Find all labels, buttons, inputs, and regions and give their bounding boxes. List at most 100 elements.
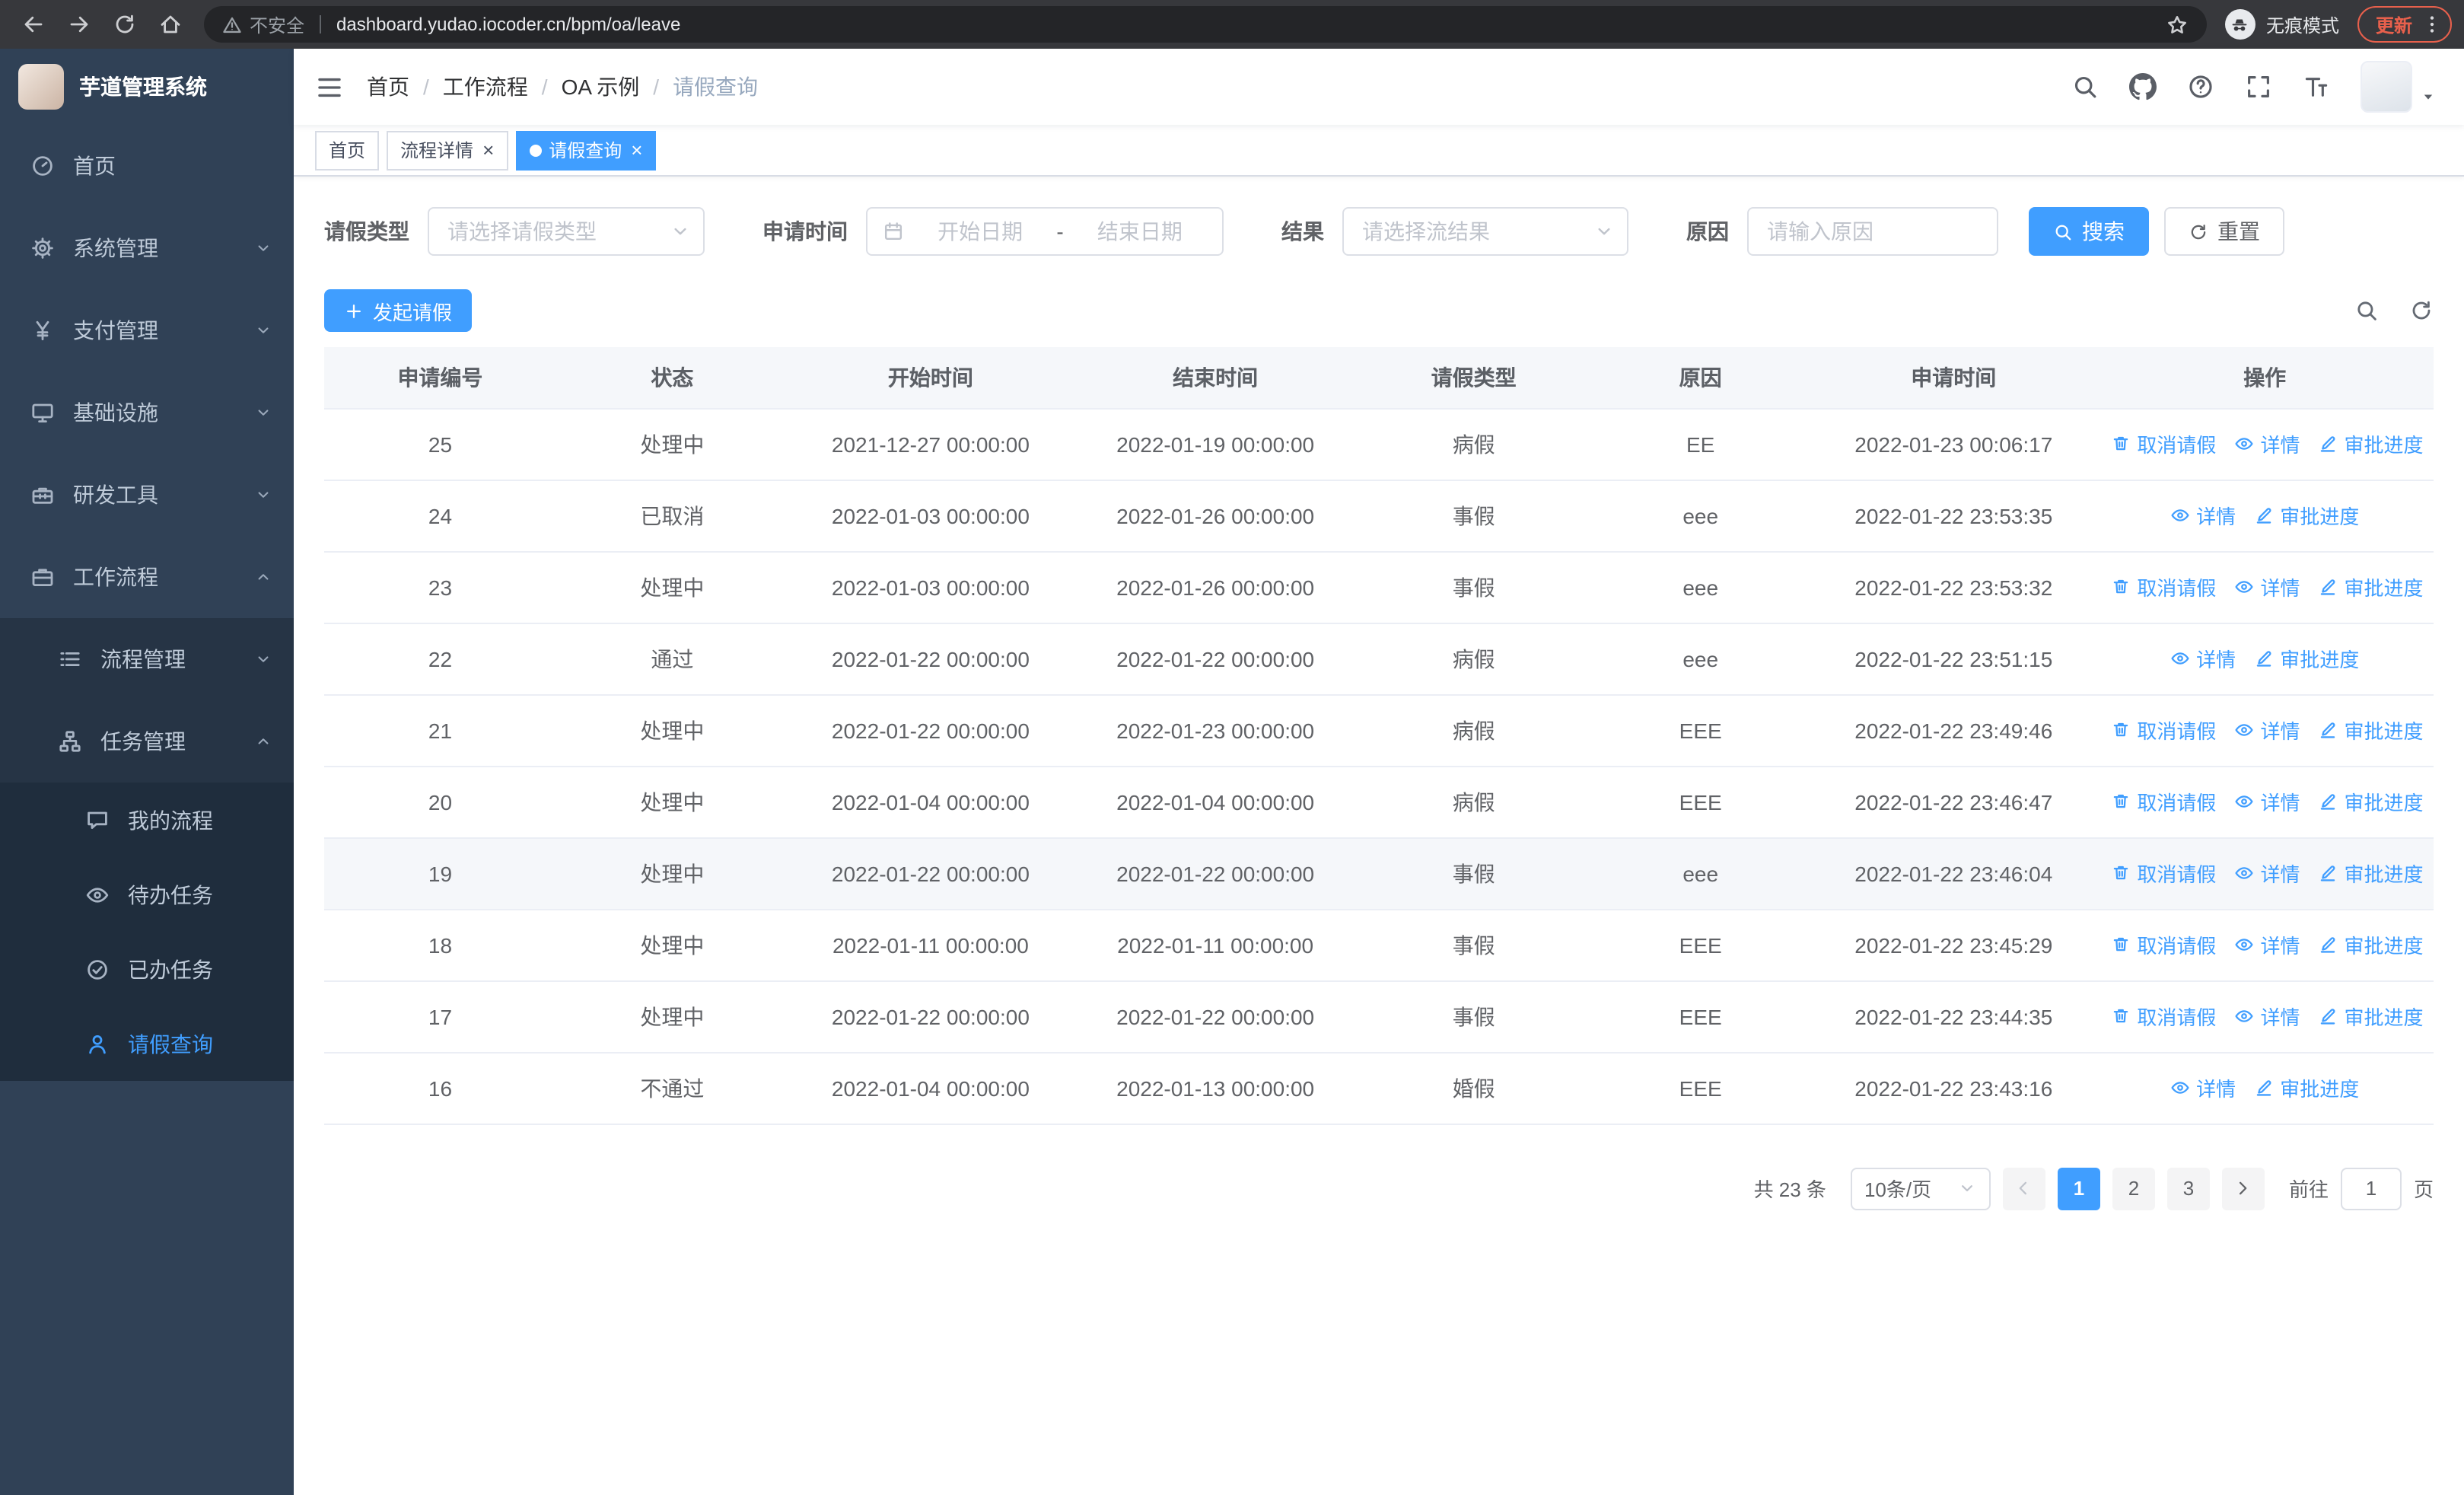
font-size-icon[interactable] [2303,73,2330,100]
detail-action[interactable]: 详情 [2170,644,2236,673]
help-icon[interactable] [2187,73,2214,100]
detail-action[interactable]: 详情 [2234,716,2300,744]
detail-action[interactable]: 详情 [2234,787,2300,816]
action-label: 详情 [2260,935,2300,958]
reason-input-wrap [1747,207,1998,256]
sidebar-item-my-processes[interactable]: 我的流程 [0,783,294,857]
progress-action[interactable]: 审批进度 [2318,429,2424,458]
cancel-action[interactable]: 取消请假 [2111,572,2216,601]
tab-1[interactable]: 流程详情 × [387,130,508,170]
dashboard-icon [30,154,55,178]
search-icon[interactable] [2071,73,2099,100]
close-icon[interactable]: × [482,140,494,160]
cell-applied: 2022-01-22 23:43:16 [1811,1052,2096,1124]
create-leave-button[interactable]: 发起请假 [324,289,473,332]
tab-2[interactable]: 请假查询 × [515,130,657,170]
kebab-menu-icon[interactable] [2421,14,2443,35]
sidebar-item-workflow[interactable]: 工作流程 [0,536,294,618]
breadcrumb-item[interactable]: 首页 [367,72,409,102]
sidebar-item-dev-tools[interactable]: 研发工具 [0,454,294,536]
detail-action[interactable]: 详情 [2234,930,2300,959]
refresh-table-icon[interactable] [2409,298,2434,323]
page-button-3[interactable]: 3 [2166,1167,2210,1210]
toggle-search-icon[interactable] [2354,298,2379,323]
progress-action[interactable]: 审批进度 [2318,859,2424,888]
progress-action[interactable]: 审批进度 [2318,572,2424,601]
cancel-action[interactable]: 取消请假 [2111,716,2216,744]
bookmark-star-icon[interactable] [2166,13,2189,36]
cell-actions: 取消请假 详情 审批进度 [2096,766,2434,838]
sidebar-item-home[interactable]: 首页 [0,125,294,207]
cancel-action[interactable]: 取消请假 [2111,1002,2216,1031]
user-menu[interactable] [2361,61,2437,113]
github-icon[interactable] [2129,73,2157,100]
page-button-1[interactable]: 1 [2057,1167,2100,1210]
update-button[interactable]: 更新 [2357,6,2452,43]
sidebar-item-system-management[interactable]: 系统管理 [0,207,294,289]
sidebar-item-todo-tasks[interactable]: 待办任务 [0,857,294,932]
table-body: 25 处理中 2021-12-27 00:00:00 2022-01-19 00:00… [324,408,2434,1124]
cell-type: 病假 [1358,623,1590,695]
prev-page-button[interactable] [2002,1167,2045,1210]
edit-icon [2318,434,2338,454]
detail-action[interactable]: 详情 [2234,1002,2300,1031]
sidebar-item-task-management[interactable]: 任务管理 [0,700,294,783]
security-chip[interactable]: 不安全 [222,11,304,37]
progress-action[interactable]: 审批进度 [2318,787,2424,816]
app-logo[interactable]: 芋道管理系统 [0,49,294,125]
goto-page: 前往 页 [2289,1167,2434,1210]
detail-action[interactable]: 详情 [2234,859,2300,888]
reason-label: 原因 [1686,219,1729,244]
leave-type-select[interactable]: 请选择请假类型 [428,207,705,256]
detail-action[interactable]: 详情 [2234,429,2300,458]
address-bar[interactable]: 不安全 dashboard.yudao.iocoder.cn/bpm/oa/le… [204,6,2207,43]
home-button[interactable] [149,3,192,46]
detail-action[interactable]: 详情 [2170,1073,2236,1102]
refresh-icon [2189,222,2208,241]
cell-id: 21 [324,694,556,767]
reload-button[interactable] [103,3,146,46]
progress-action[interactable]: 审批进度 [2318,716,2424,744]
forward-button[interactable] [58,3,100,46]
reason-input[interactable] [1767,219,1979,244]
next-page-button[interactable] [2221,1167,2265,1210]
sidebar-item-infrastructure[interactable]: 基础设施 [0,371,294,454]
search-button[interactable]: 搜索 [2029,207,2149,256]
cancel-action[interactable]: 取消请假 [2111,930,2216,959]
goto-page-input[interactable] [2340,1167,2402,1210]
cancel-action[interactable]: 取消请假 [2111,787,2216,816]
table-row: 25 处理中 2021-12-27 00:00:00 2022-01-19 00:00… [324,408,2434,480]
sidebar-item-leave-query[interactable]: 请假查询 [0,1006,294,1081]
cell-end: 2022-01-26 00:00:00 [1073,480,1358,552]
table-row: 20 处理中 2022-01-04 00:00:00 2022-01-04 00:00… [324,766,2434,838]
cancel-action[interactable]: 取消请假 [2111,859,2216,888]
detail-action[interactable]: 详情 [2234,572,2300,601]
sidebar-item-process-management[interactable]: 流程管理 [0,618,294,700]
page-button-2[interactable]: 2 [2112,1167,2155,1210]
apply-time-range-picker[interactable]: 开始日期 - 结束日期 [866,207,1224,256]
breadcrumb-item[interactable]: OA 示例 [562,72,640,102]
progress-action[interactable]: 审批进度 [2254,501,2359,530]
sidebar-item-label: 系统管理 [73,236,158,260]
close-icon[interactable]: × [631,140,642,160]
result-select[interactable]: 请选择流结果 [1342,207,1628,256]
breadcrumb-item[interactable]: 工作流程 [443,72,528,102]
sidebar-fold-icon[interactable] [315,72,344,101]
fullscreen-icon[interactable] [2245,73,2272,100]
back-button[interactable] [12,3,55,46]
progress-action[interactable]: 审批进度 [2254,644,2359,673]
progress-action[interactable]: 审批进度 [2318,930,2424,959]
view-icon [2170,505,2190,525]
progress-action[interactable]: 审批进度 [2254,1073,2359,1102]
page-size-select[interactable]: 10条/页 [1850,1167,1991,1210]
cancel-action[interactable]: 取消请假 [2111,429,2216,458]
reset-button[interactable]: 重置 [2164,207,2284,256]
detail-action[interactable]: 详情 [2170,501,2236,530]
progress-action[interactable]: 审批进度 [2318,1002,2424,1031]
cell-actions: 取消请假 详情 审批进度 [2096,837,2434,910]
column-header: 申请编号 [324,347,556,409]
action-label: 详情 [2260,1006,2300,1029]
sidebar-item-done-tasks[interactable]: 已办任务 [0,932,294,1006]
sidebar-item-payment-management[interactable]: 支付管理 [0,289,294,371]
tab-0[interactable]: 首页 [315,130,380,170]
